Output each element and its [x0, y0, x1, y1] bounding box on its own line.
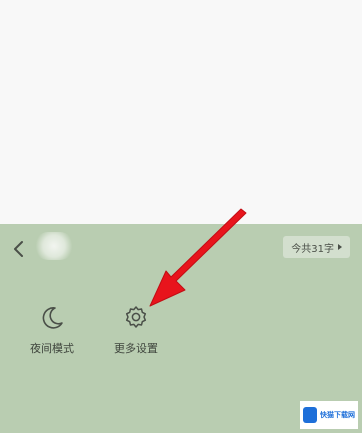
watermark-logo-icon	[303, 407, 317, 423]
night-mode-button[interactable]: 夜间模式	[22, 304, 82, 356]
watermark-text: 快猫下载网	[320, 411, 355, 419]
moon-icon	[42, 307, 63, 329]
back-button[interactable]	[8, 238, 30, 260]
night-mode-label: 夜间模式	[30, 342, 74, 355]
more-settings-label: 更多设置	[114, 342, 158, 355]
chevron-left-icon	[14, 241, 23, 257]
word-count-label: 今共31字	[291, 243, 334, 255]
word-count-button[interactable]: 今共31字	[283, 236, 350, 258]
app-screen: 今共31字 夜间模式 更多设置 快猫下载网	[0, 0, 362, 433]
reading-content-area[interactable]	[0, 0, 362, 224]
gear-icon	[125, 306, 147, 328]
site-watermark: 快猫下载网	[300, 401, 358, 429]
caret-right-icon	[338, 244, 342, 250]
more-settings-button[interactable]: 更多设置	[106, 304, 166, 356]
blurred-title	[34, 232, 74, 260]
